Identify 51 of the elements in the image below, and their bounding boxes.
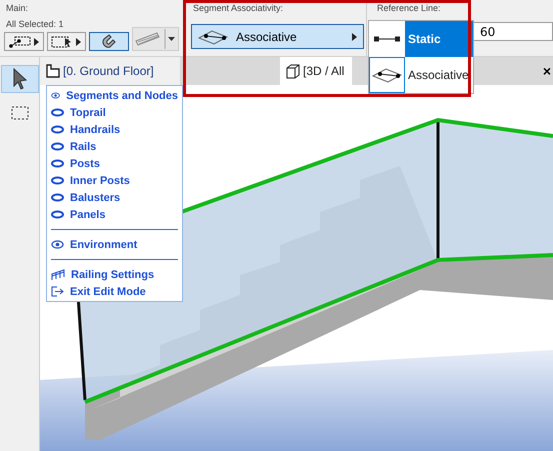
associative-segment-icon — [198, 28, 228, 44]
menu-item[interactable]: Posts — [47, 155, 182, 172]
floor-plan-icon — [46, 64, 60, 78]
exit-icon — [51, 286, 64, 297]
view-tab[interactable]: [3D / All — [280, 57, 352, 85]
closed-eye-icon — [51, 125, 64, 134]
dropdown-option[interactable]: Associative — [369, 57, 473, 93]
menu-item[interactable]: Rails — [47, 138, 182, 155]
caret-icon — [76, 38, 82, 46]
menu-item[interactable]: Segments and Nodes — [47, 87, 182, 104]
closed-eye-icon — [51, 193, 64, 202]
tool-button[interactable] — [89, 32, 129, 51]
pointer-arrow-icon — [12, 68, 28, 90]
associative-segment-icon — [372, 67, 402, 83]
toolbar-label: Main: — [5, 3, 30, 14]
menu-item[interactable]: Toprail — [47, 104, 182, 121]
railing-icon — [51, 268, 65, 280]
menu-item[interactable]: Balusters — [47, 189, 182, 206]
tool-button[interactable] — [4, 32, 44, 51]
closed-eye-icon — [51, 108, 64, 117]
view-tab[interactable]: [0. Ground Floor] — [40, 57, 180, 85]
segment-associativity-label: Segment Associativity: — [192, 3, 284, 14]
menu-item[interactable]: Inner Posts — [47, 172, 182, 189]
close-button[interactable]: × — [542, 63, 551, 79]
marquee-icon — [10, 106, 28, 120]
closed-eye-icon — [51, 159, 64, 168]
menu-item[interactable]: Railing Settings — [47, 266, 182, 283]
menu-item[interactable]: Handrails — [47, 121, 182, 138]
closed-eye-icon — [51, 210, 64, 219]
associativity-button[interactable]: Associative — [191, 24, 364, 49]
marquee-arrow-icon — [51, 36, 74, 48]
eye-icon — [51, 91, 60, 100]
node-marquee-icon — [8, 36, 31, 48]
dropdown-option[interactable]: Static — [369, 21, 473, 57]
line-segment-icon — [374, 36, 400, 42]
menu-item[interactable]: Environment — [47, 236, 182, 253]
caret-icon — [352, 32, 357, 40]
selection-info: All Selected: 1 — [5, 19, 65, 30]
caret-icon — [34, 38, 39, 46]
eye-icon — [51, 240, 64, 249]
cube-icon — [286, 64, 300, 78]
tool-button[interactable] — [46, 32, 86, 51]
magnet-icon — [100, 32, 118, 50]
reference-line-label: Reference Line: — [376, 3, 442, 14]
tool-button[interactable] — [0, 65, 38, 93]
closed-eye-icon — [51, 142, 64, 151]
closed-eye-icon — [51, 176, 64, 185]
hatched-slab-icon — [134, 31, 161, 47]
caret-icon — [164, 29, 176, 49]
menu-item[interactable]: Panels — [47, 206, 182, 223]
menu-item[interactable]: Exit Edit Mode — [47, 283, 182, 300]
